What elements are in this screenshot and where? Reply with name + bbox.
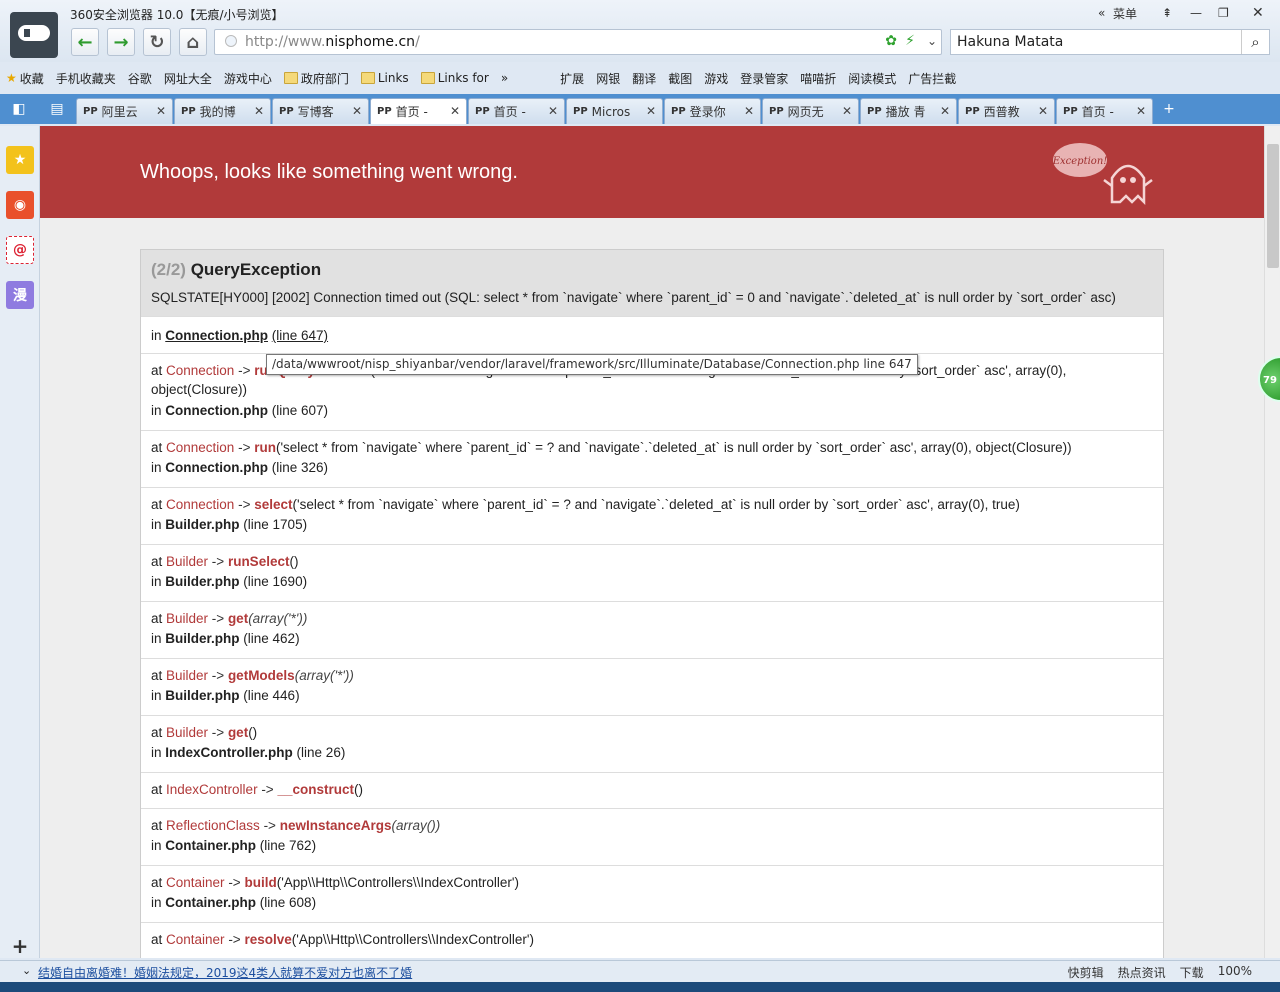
pin-icon[interactable]: ⇞ (1162, 3, 1172, 23)
exception-title: (2/2) QueryException (151, 260, 322, 279)
sidebar-toggle-icon[interactable]: ◧ (0, 94, 38, 124)
trace-entry: at Container -> build('App\\Http\\Contro… (141, 865, 1163, 922)
weibo-icon[interactable]: ◉ (6, 191, 34, 219)
tab[interactable]: PP 我的博 ✕ (174, 98, 271, 124)
tab[interactable]: PP Micros ✕ (566, 98, 663, 124)
status-tools: 快剪辑 热点资讯 下载 100% (1068, 964, 1252, 981)
tab-strip: ◧ ▤ PP 阿里云 ✕ PP 我的博 ✕ PP 写博客 ✕ PP 首页 - ✕ PP 首页 - ✕… (0, 94, 1280, 124)
dropdown-icon[interactable]: ⌄ (927, 34, 937, 48)
search-input[interactable] (957, 33, 1237, 51)
toolbar-translate[interactable]: 翻译 (626, 70, 662, 87)
browser-logo-icon (10, 12, 58, 58)
bookmark-item[interactable]: 游戏中心 (218, 70, 278, 87)
address-bar[interactable]: http://www.nisphome.cn/ ✿ ⚡ ⌄ (214, 29, 942, 55)
refresh-button[interactable]: ↻ (143, 28, 171, 56)
bookmark-folder[interactable]: Links for (415, 71, 495, 85)
more-bookmarks-icon[interactable]: » (495, 71, 514, 85)
chevron-down-icon[interactable]: ⌄ (22, 964, 31, 977)
trace-entry: at IndexController -> __construct() (141, 772, 1163, 808)
bookmark-item[interactable]: 谷歌 (122, 70, 158, 87)
speed-icon[interactable]: ⚡ (905, 33, 915, 49)
download-button[interactable]: 下载 (1180, 964, 1204, 981)
tab[interactable]: PP 写博客 ✕ (272, 98, 369, 124)
tab[interactable]: PP 网页无 ✕ (762, 98, 859, 124)
file-link[interactable]: Connection.php (165, 328, 268, 343)
tab[interactable]: PP 西普教 ✕ (958, 98, 1055, 124)
trace-entry: at Container -> resolve('App\\Http\\Cont… (141, 922, 1163, 958)
toolbar-screenshot[interactable]: 截图 (662, 70, 698, 87)
home-button[interactable]: ⌂ (179, 28, 207, 56)
globe-icon (225, 35, 237, 47)
hot-news-button[interactable]: 热点资讯 (1118, 964, 1166, 981)
toolbar-extensions[interactable]: 扩展 (554, 70, 590, 87)
toolbar-login-manager[interactable]: 登录管家 (734, 70, 794, 87)
tab[interactable]: PP 首页 - ✕ (468, 98, 565, 124)
tab-active[interactable]: PP 首页 - ✕ (370, 98, 467, 124)
tab[interactable]: PP 首页 - ✕ (1056, 98, 1153, 124)
search-icon[interactable]: ⌕ (1241, 30, 1269, 54)
trace-entry: at Builder -> getModels(array('*')) in B… (141, 658, 1163, 715)
vertical-scrollbar[interactable] (1264, 126, 1280, 958)
url-text[interactable]: http://www.nisphome.cn/ (245, 34, 420, 50)
star-icon: ★ (6, 71, 17, 85)
quick-edit-button[interactable]: 快剪辑 (1068, 964, 1104, 981)
trace-entry: at Builder -> get(array('*')) in Builder… (141, 601, 1163, 658)
os-taskbar (0, 982, 1280, 992)
status-bar: ⌄ 结婚自由离婚难！婚姻法规定，2019这4类人就算不爱对方也离不了婚 快剪辑 … (0, 960, 1280, 982)
trace-entry: at Builder -> runSelect() in Builder.php… (141, 544, 1163, 601)
exception-message: SQLSTATE[HY000] [2002] Connection timed … (151, 290, 1116, 305)
bookmarks-bar: ★ 收藏 手机收藏夹 谷歌 网址大全 游戏中心 政府部门 Links Links … (0, 65, 1280, 91)
back-button[interactable]: ← (71, 28, 99, 56)
trace-entry: at Builder -> get() in IndexController.p… (141, 715, 1163, 772)
close-button[interactable]: ✕ (1252, 3, 1264, 23)
ghost-icon: Exception! (1052, 143, 1153, 206)
page-content: Whoops, looks like something went wrong.… (40, 126, 1264, 958)
favorites-icon[interactable]: ★ (6, 146, 34, 174)
toolbar-reading-mode[interactable]: 阅读模式 (842, 70, 902, 87)
window-title: 360安全浏览器 10.0【无痕/小号浏览】 (70, 8, 284, 22)
toolbar-games[interactable]: 游戏 (698, 70, 734, 87)
search-bar[interactable]: ⌕ (950, 29, 1270, 55)
bookmark-folder[interactable]: Links (355, 71, 415, 85)
forward-button[interactable]: → (107, 28, 135, 56)
menu-button[interactable]: « 菜单 (1098, 3, 1137, 23)
error-heading: Whoops, looks like something went wrong. (140, 161, 518, 183)
maximize-button[interactable]: ❐ (1218, 3, 1229, 23)
folder-icon (283, 72, 298, 84)
toolbar-deals[interactable]: 喵喵折 (794, 70, 842, 87)
error-banner: Whoops, looks like something went wrong.… (40, 126, 1264, 218)
comic-icon[interactable]: 漫 (6, 281, 34, 309)
minimize-button[interactable]: — (1190, 3, 1202, 23)
file-path-tooltip: /data/wwwroot/nisp_shiyanbar/vendor/lara… (266, 354, 918, 375)
bookmark-item[interactable]: ★ 收藏 (0, 70, 50, 87)
bookmark-folder[interactable]: 政府部门 (278, 70, 355, 87)
tab-list-icon[interactable]: ▤ (38, 94, 76, 124)
scrollbar-thumb[interactable] (1267, 144, 1279, 268)
sidebar: ★ ◉ @ 漫 + (0, 126, 40, 958)
tab[interactable]: PP 阿里云 ✕ (76, 98, 173, 124)
toolbar-bank[interactable]: 网银 (590, 70, 626, 87)
trace-entry: at Connection -> select('select * from `… (141, 487, 1163, 544)
title-bar: 360安全浏览器 10.0【无痕/小号浏览】 « 菜单 ⇞ — ❐ ✕ ← → … (0, 0, 1280, 62)
trace-entry: in Connection.php (line 647) (141, 316, 1163, 353)
tab[interactable]: PP 播放 青 ✕ (860, 98, 957, 124)
exception-header: (2/2) QueryException SQLSTATE[HY000] [20… (141, 250, 1163, 316)
bookmark-item[interactable]: 网址大全 (158, 70, 218, 87)
folder-icon (420, 72, 435, 84)
mail-icon[interactable]: @ (6, 236, 34, 264)
trace-entry: at Connection -> run('select * from `nav… (141, 430, 1163, 487)
add-icon[interactable]: + (6, 932, 34, 960)
security-icon[interactable]: ✿ (885, 33, 897, 49)
bookmark-item[interactable]: 手机收藏夹 (50, 70, 122, 87)
toolbar-adblock[interactable]: 广告拦截 (902, 70, 962, 87)
new-tab-icon[interactable]: + (1154, 94, 1184, 124)
tab[interactable]: PP 登录你 ✕ (664, 98, 761, 124)
ghost-label: Exception! (1052, 156, 1107, 167)
news-ticker-link[interactable]: 结婚自由离婚难！婚姻法规定，2019这4类人就算不爱对方也离不了婚 (38, 964, 412, 981)
folder-icon (360, 72, 375, 84)
zoom-level[interactable]: 100% (1218, 964, 1252, 981)
trace-entry: at ReflectionClass -> newInstanceArgs(ar… (141, 808, 1163, 865)
